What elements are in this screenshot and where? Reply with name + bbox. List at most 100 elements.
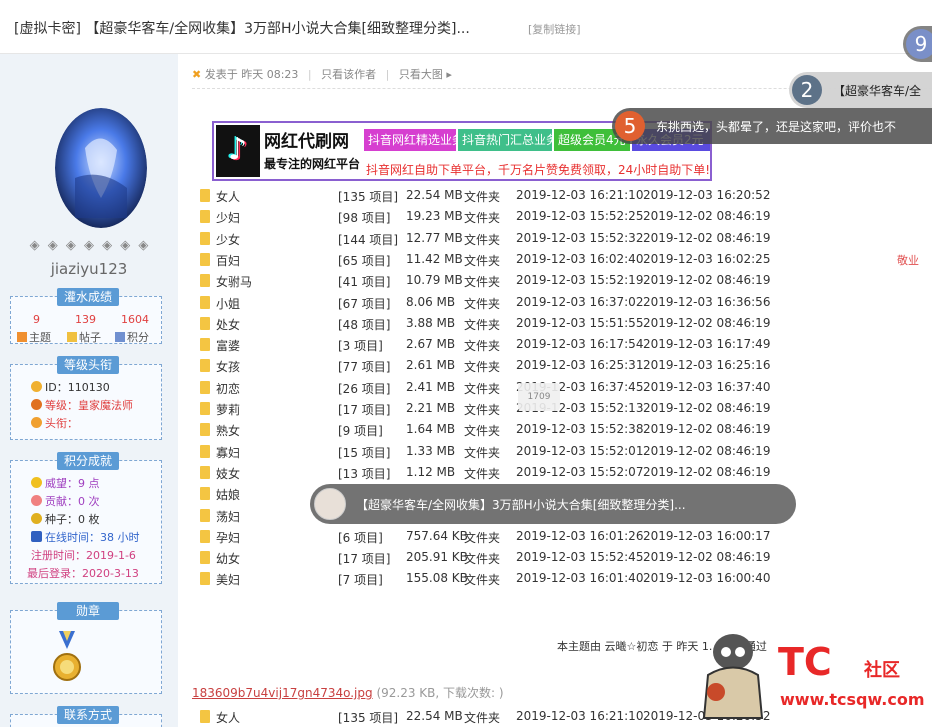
file-type: 文件夹 (464, 339, 501, 354)
file-created: 2019-12-03 16:37:40 (643, 379, 771, 394)
folder-icon (200, 423, 210, 437)
rank-box: 等级头衔 ID：110130 等级：皇家魔法师 头衔： (10, 356, 162, 440)
attachment-link[interactable]: 183609b7u4vij17gn4734o.jpg (192, 686, 373, 700)
file-type: 文件夹 (464, 275, 501, 290)
danmu-2-badge: 2 (792, 75, 822, 105)
file-row[interactable]: 萝莉 [17 项目] 2.21 MB 文件夹 2019-12-03 15:52:13 20… (198, 398, 778, 419)
folder-icon (200, 380, 210, 394)
file-size: 1.33 MB (406, 443, 456, 458)
file-count: [9 项目] (338, 424, 383, 439)
file-row[interactable]: 孕妇 [6 项目] 757.64 KB 文件夹 2019-12-03 16:01:26 2… (198, 526, 778, 547)
topics-icon (17, 332, 27, 342)
file-name: 美妇 (216, 573, 241, 588)
file-modified: 2019-12-03 16:21:10 (516, 188, 644, 202)
avatar[interactable] (55, 108, 147, 228)
folder-icon (200, 359, 210, 373)
username[interactable]: jiaziyu123 (0, 260, 178, 278)
file-type: 文件夹 (464, 360, 501, 375)
points-count[interactable]: 1604 (121, 313, 149, 326)
prestige-row: 威望：9 点 (31, 475, 100, 491)
file-name: 姑娘 (216, 488, 241, 503)
file-modified: 2019-12-03 15:52:19 (516, 273, 644, 288)
file-name: 处女 (216, 317, 241, 332)
file-created: 2019-12-03 16:20:52 (643, 188, 771, 202)
file-size: 1.12 MB (406, 464, 456, 479)
level-icon (31, 399, 42, 410)
file-row[interactable]: 美妇 [7 项目] 155.08 KB 文件夹 2019-12-03 16:01:40 2… (198, 568, 778, 589)
posts-count[interactable]: 139 (75, 313, 96, 326)
danmu-5-badge: 5 (615, 111, 645, 141)
file-created: 2019-12-02 08:46:19 (643, 273, 771, 288)
medal-icon[interactable] (51, 631, 83, 687)
banner-tag-2[interactable]: 抖音热门汇总业务 (458, 129, 558, 151)
file-created: 2019-12-03 16:02:25 (643, 251, 771, 266)
file-name: 百妇 (216, 253, 241, 268)
file-name: 少女 (216, 232, 241, 247)
banner-tag-1[interactable]: 抖音网红精选业务 (364, 129, 464, 151)
file-modified: 2019-12-03 15:52:25 (516, 209, 644, 224)
file-modified: 2019-12-03 16:25:31 (516, 358, 644, 373)
big-image-link[interactable]: 只看大图 (399, 68, 443, 81)
file-type: 文件夹 (464, 466, 501, 481)
file-created: 2019-12-02 08:46:19 (643, 315, 771, 330)
file-count: [3 项目] (338, 339, 383, 354)
danmu-bubble-5[interactable]: 5 东挑西选，头都晕了，还是这家吧，评价也不 (612, 108, 932, 144)
avatar-image (55, 108, 147, 228)
file-name: 萝莉 (216, 403, 241, 417)
file-modified: 2019-12-03 16:37:02 (516, 294, 644, 309)
file-row[interactable]: 女孩 [77 项目] 2.61 MB 文件夹 2019-12-03 16:25:31 20… (198, 355, 778, 376)
topics-label: 主题 (17, 329, 51, 345)
file-count: [65 项目] (338, 253, 391, 268)
file-row[interactable]: 寡妇 [15 项目] 1.33 MB 文件夹 2019-12-03 15:52:01 20… (198, 441, 778, 462)
clock-icon (31, 531, 42, 542)
heart-icon (31, 495, 42, 506)
file-count: [77 项目] (338, 360, 391, 375)
file-row[interactable]: 熟女 [9 项目] 1.64 MB 文件夹 2019-12-03 15:52:38 201… (198, 419, 778, 440)
title-icon (31, 417, 42, 428)
file-count: [48 项目] (338, 317, 391, 332)
file-row[interactable]: 幼女 [17 项目] 205.91 KB 文件夹 2019-12-03 15:52:45… (198, 547, 778, 568)
topics-count[interactable]: 9 (33, 313, 40, 326)
file-count: [15 项目] (338, 445, 391, 460)
folder-icon (200, 189, 210, 202)
danmu-bubble-9[interactable]: 9 (903, 26, 932, 62)
medal-box: 勋章 (10, 602, 162, 694)
file-count: [98 项目] (338, 211, 391, 226)
attachment: 183609b7u4vij17gn4734o.jpg (92.23 KB, 下载… (192, 684, 504, 701)
file-row[interactable]: 少妇 [98 项目] 19.23 MB 文件夹 2019-12-03 15:52:25 2… (198, 206, 778, 227)
contribution-row: 贡献：0 次 (31, 493, 100, 509)
fire-icon: ✖ (192, 68, 202, 81)
file-name: 女人 (216, 190, 241, 204)
file-row[interactable]: 处女 [48 项目] 3.88 MB 文件夹 2019-12-03 15:51:55 20… (198, 313, 778, 334)
danmu-bubble-2[interactable]: 2 【超豪华客车/全 (789, 72, 932, 108)
file-row[interactable]: 小姐 [67 项目] 8.06 MB 文件夹 2019-12-03 16:37:02 20… (198, 292, 778, 313)
danmu-5-text: 东挑西选，头都晕了，还是这家吧，评价也不 (656, 120, 897, 134)
danmu-pill[interactable]: 【超豪华客车/全网收集】3万部H小说大合集[细致整理分类]... (310, 484, 796, 524)
file-name: 妓女 (216, 466, 241, 481)
file-type: 文件夹 (464, 381, 501, 396)
file-size: 3.88 MB (406, 315, 456, 330)
credits-box: 积分成就 威望：9 点 贡献：0 次 种子：0 枚 在线时间：38 小时 注册时… (10, 452, 162, 584)
file-row[interactable]: 女人 [135 项目] 22.54 MB 文件夹 2019-12-03 16:21:10… (198, 185, 778, 206)
copy-link[interactable]: [复制链接] (528, 21, 581, 37)
folder-icon (200, 231, 210, 245)
file-count: [144 项目] (338, 232, 399, 247)
file-row[interactable]: 妓女 [13 项目] 1.12 MB 文件夹 2019-12-03 15:52:07 20… (198, 462, 778, 483)
tc-logo[interactable]: TC (778, 640, 832, 684)
file-name: 孕妇 (216, 530, 241, 545)
file-name: 初恋 (216, 381, 241, 396)
file-row[interactable]: 少女 [144 项目] 12.77 MB 文件夹 2019-12-03 15:52:32… (198, 228, 778, 249)
seeds-row: 种子：0 枚 (31, 511, 100, 527)
file-name: 小姐 (216, 296, 241, 311)
file-size: 1.64 MB (406, 422, 456, 437)
folder-icon (200, 252, 210, 266)
file-row[interactable]: 富婆 [3 项目] 2.67 MB 文件夹 2019-12-03 16:17:54 201… (198, 334, 778, 355)
file-row[interactable]: 初恋 [26 项目] 2.41 MB 文件夹 2019-12-03 16:37:45 20… (198, 377, 778, 398)
author-only-link[interactable]: 只看该作者 (321, 68, 376, 81)
file-row[interactable]: 女驸马 [41 项目] 10.79 MB 文件夹 2019-12-03 15:52:19… (198, 270, 778, 291)
medal-tag: 勋章 (57, 602, 119, 620)
thread-title[interactable]: [虚拟卡密] 【超豪华客车/全网收集】3万部H小说大合集[细致整理分类]... (14, 18, 470, 38)
file-type: 文件夹 (464, 424, 501, 439)
thread-header: [虚拟卡密] 【超豪华客车/全网收集】3万部H小说大合集[细致整理分类]... … (0, 0, 932, 54)
file-row[interactable]: 百妇 [65 项目] 11.42 MB 文件夹 2019-12-03 16:02:40 2… (198, 249, 778, 270)
